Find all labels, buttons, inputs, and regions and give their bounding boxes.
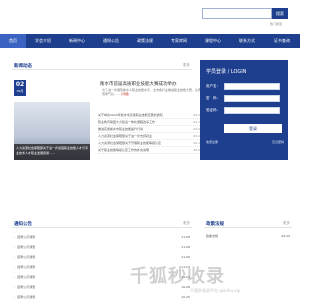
feature-title-link[interactable]: 衡水市首届高质职业技能大赛成功举办 <box>100 81 177 87</box>
captcha-row: 验证码： <box>206 106 284 114</box>
nav-item-about[interactable]: 学会介绍 <box>26 34 60 48</box>
site-header: 搜索 热门搜索 <box>0 0 300 32</box>
photo-caption[interactable]: 人力资源社会保障部关于进一步加强职业技能人才与专业技术人才职业发展贯通…… <box>14 144 90 160</box>
nav-item-news[interactable]: 新闻中心 <box>60 34 94 48</box>
nav-item-notice[interactable]: 通知公告 <box>94 34 128 48</box>
username-row: 用户名： <box>206 82 284 90</box>
list-item[interactable]: › 招聘公示通知 11-08 <box>14 232 190 242</box>
news-list: 关于举办2024年衡水市高级职业技能竞赛的通知 09-23 职业教育联盟大力建设一… <box>98 112 202 154</box>
feature-month: 09月 <box>16 89 24 93</box>
list-item[interactable]: 职业教育联盟大力建设一体化课程改革工作 09-11 <box>98 119 202 126</box>
bullet-icon: › <box>14 275 16 279</box>
policy-list: 政策法规 09-29 <box>206 232 290 240</box>
policy-item-text: 政策法规 <box>206 234 219 238</box>
news-section: 新闻动态 更多 02 09月 衡水市首届高质职业技能大赛成功举办 为了进一步展现… <box>12 60 202 160</box>
bullet-icon: › <box>14 255 16 259</box>
notice-item-date: 10-25 <box>181 295 190 299</box>
list-item[interactable]: 关于职业技能等级认定工作的补充说明 08-05 <box>98 147 202 154</box>
watermark: 千狐秒收录 <box>130 266 225 287</box>
news-item-text: 职业教育联盟大力建设一体化课程改革工作 <box>98 120 156 124</box>
captcha-label: 验证码： <box>206 107 220 112</box>
forgot-password-link[interactable]: 忘记密码 <box>272 140 284 144</box>
notice-more-link[interactable]: 更多 <box>183 221 190 226</box>
captcha-field[interactable] <box>224 106 280 114</box>
notice-item-text: 招聘公示通知 <box>17 235 36 239</box>
notice-item-text: 招聘公示通知 <box>17 265 36 269</box>
bullet-icon: › <box>14 285 16 289</box>
list-item[interactable]: › 招聘公示通知 11-06 <box>14 252 190 262</box>
bullet-icon: › <box>14 245 16 249</box>
policy-title: 政策法规 <box>206 222 224 227</box>
notice-item-text: 招聘公示通知 <box>17 275 36 279</box>
nav-item-certificate[interactable]: 证书查询 <box>264 34 300 48</box>
notice-item-date: 11-08 <box>181 235 190 239</box>
password-field[interactable] <box>224 94 280 102</box>
list-item[interactable]: 人力资源社会保障部关于开展职业技能等级认定 08-19 <box>98 140 202 147</box>
policy-more-link[interactable]: 更多 <box>283 221 290 226</box>
search-button[interactable]: 搜索 <box>272 8 288 19</box>
username-field[interactable] <box>224 82 280 90</box>
nav-item-experts[interactable]: 专家库网 <box>162 34 196 48</box>
news-more-link[interactable]: 更多 <box>183 63 190 68</box>
bullet-icon: › <box>14 265 16 269</box>
search-input[interactable] <box>202 8 272 19</box>
list-item[interactable]: 人力资源社会保障部关于进一步支持就业 08-27 <box>98 133 202 140</box>
news-item-text: 关于职业技能等级认定工作的补充说明 <box>98 148 150 152</box>
notice-item-date: 11-06 <box>181 255 190 259</box>
notice-item-date: 11-08 <box>181 245 190 249</box>
nav-item-home[interactable]: 首页 <box>0 34 26 48</box>
list-item[interactable]: › 招聘公示通知 10-25 <box>14 292 190 300</box>
list-item[interactable]: 推进实施衡水市职业技能提升行动 09-03 <box>98 126 202 133</box>
password-label: 密 码： <box>206 95 220 100</box>
hot-words-link[interactable]: 热门搜索 <box>270 22 282 26</box>
notice-item-text: 招聘公示通知 <box>17 295 36 299</box>
policy-item-date: 09-29 <box>281 234 290 238</box>
login-panel: 学员登录 / LOGIN 用户名： 密 码： 验证码： 登录 免费注册 忘记密码 <box>200 60 288 160</box>
bullet-icon: › <box>14 235 16 239</box>
feature-date: 02 09月 <box>14 80 26 96</box>
watermark-sub: 千狐秒收录平台 qianhu.vip <box>190 288 241 293</box>
nav-item-courses[interactable]: 课程中心 <box>196 34 230 48</box>
feature-detail-link[interactable]: [详细] <box>121 92 129 96</box>
login-title: 学员登录 / LOGIN <box>206 69 247 75</box>
nav-item-policy[interactable]: 政策法规 <box>128 34 162 48</box>
notice-item-text: 招聘公示通知 <box>17 285 36 289</box>
register-link[interactable]: 免费注册 <box>206 140 218 144</box>
news-photo[interactable]: 人力资源社会保障部关于进一步加强职业技能人才与专业技术人才职业发展贯通…… <box>14 102 90 160</box>
bullet-icon: › <box>14 295 16 299</box>
policy-header: 政策法规 更多 <box>204 218 292 228</box>
list-item[interactable]: 关于举办2024年衡水市高级职业技能竞赛的通知 09-23 <box>98 112 202 119</box>
password-row: 密 码： <box>206 94 284 102</box>
notice-item-text: 招聘公示通知 <box>17 255 36 259</box>
news-header: 新闻动态 更多 <box>12 60 192 70</box>
notice-item-text: 招聘公示通知 <box>17 245 36 249</box>
feature-summary: 为了进一步展现衡水人职业技能水平，全市各行业推进职业技能大赛，比赛现场气氛…… … <box>102 88 202 96</box>
notice-header: 通知公告 更多 <box>12 218 192 228</box>
main-nav: 首页 学会介绍 新闻中心 通知公告 政策法规 专家库网 课程中心 联系方式 证书… <box>0 34 300 48</box>
notice-title: 通知公告 <box>14 222 32 227</box>
news-item-text: 人力资源社会保障部关于进一步支持就业 <box>98 134 153 138</box>
feature-summary-text: 为了进一步展现衡水人职业技能水平，全市各行业推进职业技能大赛，比赛现场气氛…… <box>102 88 202 97</box>
list-item[interactable]: 政策法规 09-29 <box>206 232 290 240</box>
feature-day: 02 <box>15 81 25 88</box>
news-item-text: 推进实施衡水市职业技能提升行动 <box>98 127 144 131</box>
login-links: 免费注册 忘记密码 <box>206 140 284 144</box>
login-button[interactable]: 登录 <box>224 124 282 133</box>
news-title: 新闻动态 <box>14 64 32 69</box>
nav-item-contact[interactable]: 联系方式 <box>230 34 264 48</box>
username-label: 用户名： <box>206 83 220 88</box>
news-item-text: 人力资源社会保障部关于开展职业技能等级认定 <box>98 141 162 145</box>
news-item-text: 关于举办2024年衡水市高级职业技能竞赛的通知 <box>98 113 163 117</box>
list-item[interactable]: › 招聘公示通知 11-08 <box>14 242 190 252</box>
